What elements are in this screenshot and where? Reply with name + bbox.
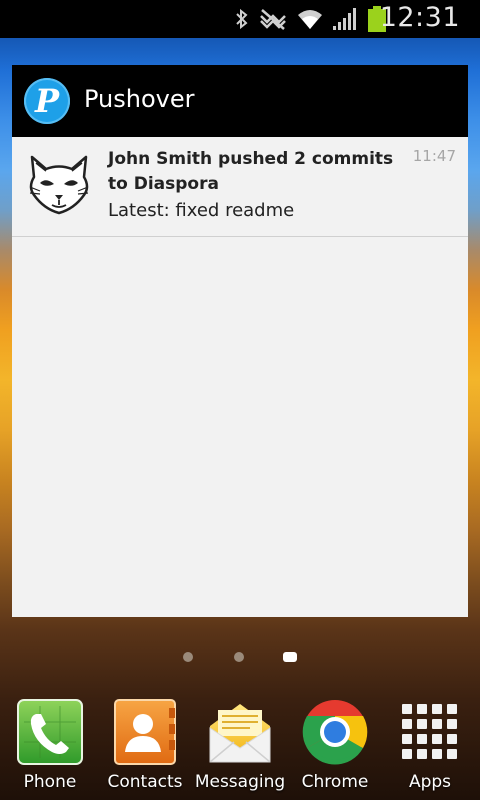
notification-time: 11:47 (412, 147, 456, 165)
chrome-icon (302, 700, 368, 765)
widget-header[interactable]: P Pushover (12, 65, 468, 137)
status-bar: 12:31 (0, 0, 480, 38)
dock-label-apps: Apps (408, 772, 452, 792)
pushover-widget[interactable]: P Pushover John Smith pushed 2 commits t… (12, 65, 468, 617)
dock-item-messaging[interactable]: Messaging (192, 690, 288, 800)
apps-grid-icon (402, 704, 457, 759)
phone-icon (17, 699, 83, 765)
dock-item-chrome[interactable]: Chrome (287, 690, 383, 800)
signal-icon (333, 8, 356, 30)
mute-icon (260, 9, 286, 30)
bluetooth-icon (236, 8, 248, 30)
widget-title: Pushover (84, 85, 195, 113)
dock-item-contacts[interactable]: Contacts (97, 690, 193, 800)
wifi-icon (298, 10, 322, 29)
messaging-icon (209, 704, 271, 763)
contacts-icon (114, 699, 176, 765)
pushover-logo-icon: P (24, 78, 70, 124)
page-dot-1[interactable] (183, 652, 193, 662)
dock-label-chrome: Chrome (301, 772, 369, 792)
dock-label-phone: Phone (23, 772, 77, 792)
dock-label-contacts: Contacts (107, 772, 183, 792)
fox-avatar-icon (29, 155, 89, 215)
notification-message: Latest: fixed readme (108, 200, 295, 221)
status-clock: 12:31 (379, 2, 460, 33)
status-icons (234, 6, 358, 32)
dock-label-messaging: Messaging (194, 772, 286, 792)
page-dot-3-active[interactable] (283, 652, 297, 662)
dock: Phone Contacts Messaging Chrome Apps (0, 690, 480, 800)
page-dot-2[interactable] (234, 652, 244, 662)
page-indicator (0, 650, 480, 664)
dock-item-phone[interactable]: Phone (2, 690, 98, 800)
notification-item[interactable]: John Smith pushed 2 commits to Diaspora … (12, 137, 468, 237)
notification-title: John Smith pushed 2 commits to Diaspora (108, 149, 394, 194)
dock-item-apps[interactable]: Apps (382, 690, 478, 800)
